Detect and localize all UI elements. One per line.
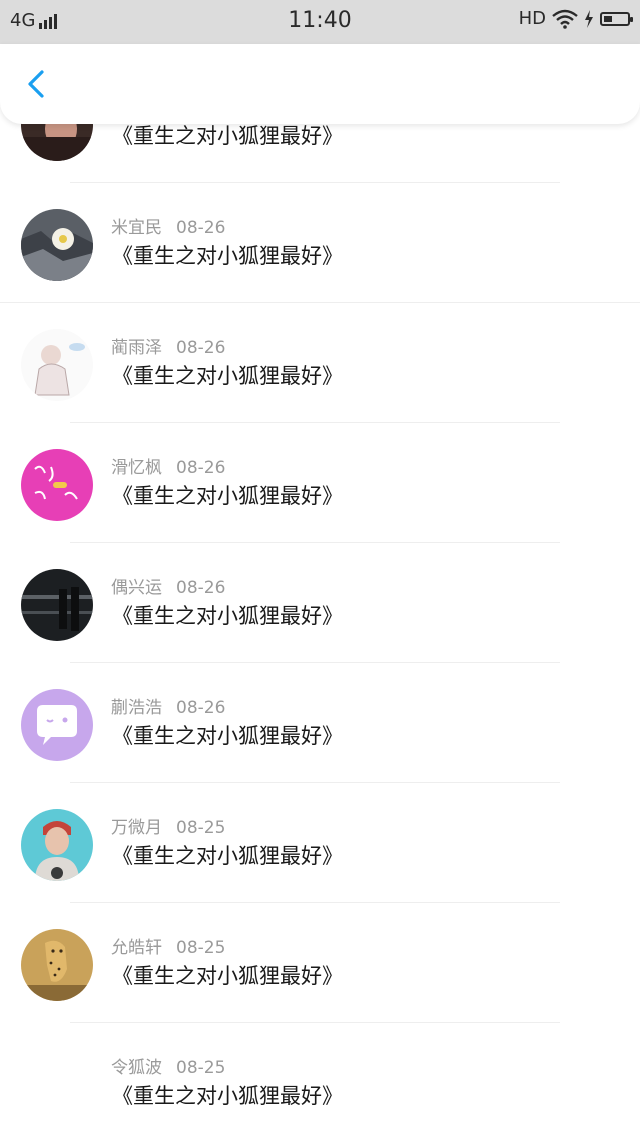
message-text: 《重生之对小狐狸最好》 bbox=[112, 124, 343, 148]
message-meta: 米宜民 08-26 bbox=[111, 213, 225, 238]
avatar bbox=[21, 209, 93, 281]
message-meta: 蒯浩浩 08-26 bbox=[111, 693, 225, 718]
list-item[interactable]: 万微月 08-25 《重生之对小狐狸最好》 bbox=[0, 783, 640, 903]
message-text: 《重生之对小狐狸最好》 bbox=[112, 484, 343, 508]
charging-icon bbox=[585, 9, 593, 28]
wifi-icon bbox=[552, 9, 578, 29]
message-meta: 蔺雨泽 08-26 bbox=[111, 333, 225, 358]
sender-name: 允皓轩 bbox=[111, 938, 162, 958]
message-date: 08-25 bbox=[176, 818, 226, 838]
hd-label: HD bbox=[518, 8, 546, 29]
avatar bbox=[21, 689, 93, 761]
message-date: 08-26 bbox=[176, 578, 226, 598]
message-meta: 允皓轩 08-25 bbox=[111, 933, 225, 958]
list-item[interactable]: 滑忆枫 08-26 《重生之对小狐狸最好》 bbox=[0, 423, 640, 543]
message-date: 08-25 bbox=[176, 1058, 226, 1078]
message-meta: 令狐波 08-25 bbox=[111, 1053, 225, 1078]
message-text: 《重生之对小狐狸最好》 bbox=[112, 244, 343, 268]
message-text: 《重生之对小狐狸最好》 bbox=[112, 1084, 343, 1108]
message-meta: 滑忆枫 08-26 bbox=[111, 453, 225, 478]
status-bar: 4G 11:40 HD bbox=[0, 0, 640, 44]
message-date: 08-25 bbox=[176, 938, 226, 958]
sender-name: 蔺雨泽 bbox=[111, 338, 162, 358]
back-button[interactable] bbox=[18, 66, 54, 102]
message-date: 08-26 bbox=[176, 338, 226, 358]
list-item[interactable]: 允皓轩 08-25 《重生之对小狐狸最好》 bbox=[0, 903, 640, 1023]
message-date: 08-26 bbox=[176, 218, 226, 238]
navigation-bar bbox=[0, 44, 640, 124]
sender-name: 令狐波 bbox=[111, 1058, 162, 1078]
message-text: 《重生之对小狐狸最好》 bbox=[112, 724, 343, 748]
sender-name: 万微月 bbox=[111, 818, 162, 838]
avatar bbox=[21, 809, 93, 881]
sender-name: 蒯浩浩 bbox=[111, 698, 162, 718]
sender-name: 偶兴运 bbox=[111, 578, 162, 598]
message-date: 08-26 bbox=[176, 458, 226, 478]
message-text: 《重生之对小狐狸最好》 bbox=[112, 964, 343, 988]
sender-name: 滑忆枫 bbox=[111, 458, 162, 478]
list-item[interactable]: 蒯浩浩 08-26 《重生之对小狐狸最好》 bbox=[0, 663, 640, 783]
message-text: 《重生之对小狐狸最好》 bbox=[112, 844, 343, 868]
battery-level bbox=[604, 15, 612, 22]
list-item[interactable]: 偶兴运 08-26 《重生之对小狐狸最好》 bbox=[0, 543, 640, 663]
status-icons: HD bbox=[518, 8, 633, 29]
avatar bbox=[21, 329, 93, 401]
message-text: 《重生之对小狐狸最好》 bbox=[112, 364, 343, 388]
list-item[interactable]: 令狐波 08-25 《重生之对小狐狸最好》 bbox=[0, 1023, 640, 1143]
message-meta: 偶兴运 08-26 bbox=[111, 573, 225, 598]
list-item[interactable]: 蔺雨泽 08-26 《重生之对小狐狸最好》 bbox=[0, 303, 640, 423]
battery-icon bbox=[600, 11, 633, 26]
sender-name: 米宜民 bbox=[111, 218, 162, 238]
avatar bbox=[21, 569, 93, 641]
list-item[interactable]: 米宜民 08-26 《重生之对小狐狸最好》 bbox=[0, 183, 640, 303]
message-text: 《重生之对小狐狸最好》 bbox=[112, 604, 343, 628]
avatar bbox=[21, 449, 93, 521]
message-date: 08-26 bbox=[176, 698, 226, 718]
message-meta: 万微月 08-25 bbox=[111, 813, 225, 838]
chevron-left-icon bbox=[28, 70, 44, 98]
avatar bbox=[21, 929, 93, 1001]
